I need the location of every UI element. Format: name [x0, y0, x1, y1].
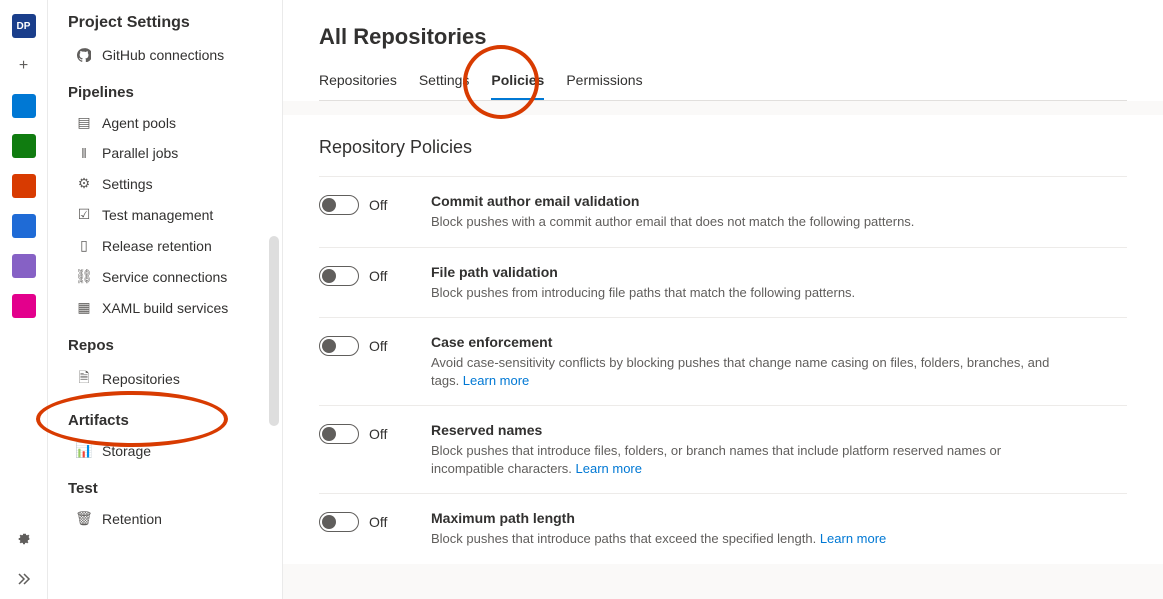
tab-repositories[interactable]: Repositories: [319, 64, 397, 100]
nav-item-label: XAML build services: [102, 300, 228, 316]
add-icon[interactable]: +: [12, 54, 36, 78]
nav-item-label: Retention: [102, 511, 162, 527]
learn-more-link[interactable]: Learn more: [576, 461, 642, 476]
policy-title: Commit author email validation: [431, 193, 1067, 209]
nav-item-label: Test management: [102, 207, 213, 223]
toggle-state-label: Off: [369, 426, 387, 442]
nav-release-retention[interactable]: ▯ Release retention: [48, 230, 282, 261]
test-icon: ☑: [76, 206, 92, 223]
policy-description: Block pushes that introduce paths that e…: [431, 530, 1067, 548]
policy-toggle[interactable]: [319, 336, 359, 356]
toggle-state-label: Off: [369, 268, 387, 284]
project-settings-title: Project Settings: [48, 0, 282, 40]
project-badge[interactable]: DP: [12, 14, 36, 38]
release-icon: ▯: [76, 237, 92, 254]
nav-item-label: Service connections: [102, 269, 227, 285]
tab-settings[interactable]: Settings: [419, 64, 470, 100]
tabs: Repositories Settings Policies Permissio…: [319, 64, 1127, 101]
nav-item-label: Parallel jobs: [102, 145, 178, 161]
group-artifacts: Artifacts: [48, 398, 282, 435]
policy-description: Avoid case-sensitivity conflicts by bloc…: [431, 354, 1067, 389]
pool-icon: ▤: [76, 114, 92, 131]
toggle-state-label: Off: [369, 514, 387, 530]
group-pipelines: Pipelines: [48, 70, 282, 107]
tab-permissions[interactable]: Permissions: [566, 64, 642, 100]
nav-item-label: Storage: [102, 443, 151, 459]
service-icon: ⛓: [76, 268, 92, 285]
toggle-state-label: Off: [369, 338, 387, 354]
nav-item-label: Agent pools: [102, 115, 176, 131]
nav-settings[interactable]: ⚙ Settings: [48, 168, 282, 199]
collapse-icon[interactable]: [12, 567, 36, 591]
storage-icon: 📊: [76, 442, 92, 459]
gear-icon: ⚙: [76, 175, 92, 192]
learn-more-link[interactable]: Learn more: [463, 373, 529, 388]
settings-gear-icon[interactable]: [12, 527, 36, 551]
nav-parallel-jobs[interactable]: ‖ Parallel jobs: [48, 138, 282, 168]
rail-repos-icon[interactable]: [12, 174, 36, 198]
rail-pipelines-icon[interactable]: [12, 214, 36, 238]
nav-test-management[interactable]: ☑ Test management: [48, 199, 282, 230]
policy-row: Off Maximum path length Block pushes that …: [319, 493, 1127, 564]
github-icon: [76, 48, 92, 62]
policy-row: Off Case enforcement Avoid case-sensitivit…: [319, 317, 1127, 405]
nav-retention[interactable]: 🗑 Retention: [48, 503, 282, 534]
repository-policies-panel: Repository Policies Off Commit author ema…: [283, 115, 1163, 564]
rail-testplans-icon[interactable]: [12, 134, 36, 158]
policy-toggle[interactable]: [319, 512, 359, 532]
nav-repositories[interactable]: 🗎 Repositories: [48, 360, 282, 398]
nav-item-label: Settings: [102, 176, 153, 192]
panel-title: Repository Policies: [319, 137, 1127, 158]
group-test: Test: [48, 466, 282, 503]
tab-policies[interactable]: Policies: [491, 64, 544, 100]
nav-item-label: Release retention: [102, 238, 212, 254]
left-rail: DP +: [0, 0, 48, 599]
nav-agent-pools[interactable]: ▤ Agent pools: [48, 107, 282, 138]
repo-icon: 🗎: [76, 367, 92, 391]
policy-toggle[interactable]: [319, 266, 359, 286]
main-content: All Repositories Repositories Settings P…: [283, 0, 1163, 599]
nav-item-label: GitHub connections: [102, 47, 224, 63]
policy-row: Off Commit author email validation Block p…: [319, 176, 1127, 247]
policy-title: Maximum path length: [431, 510, 1067, 526]
policy-toggle[interactable]: [319, 195, 359, 215]
policy-description: Block pushes that introduce files, folde…: [431, 442, 1067, 477]
policy-row: Off Reserved names Block pushes that intro…: [319, 405, 1127, 493]
policy-row: Off File path validation Block pushes from…: [319, 247, 1127, 318]
learn-more-link[interactable]: Learn more: [820, 531, 886, 546]
policy-title: Case enforcement: [431, 334, 1067, 350]
rail-artifacts-icon[interactable]: [12, 254, 36, 278]
policy-title: File path validation: [431, 264, 1067, 280]
xaml-icon: ▦: [76, 299, 92, 316]
policy-description: Block pushes from introducing file paths…: [431, 284, 1067, 302]
page-title: All Repositories: [319, 24, 1127, 50]
nav-storage[interactable]: 📊 Storage: [48, 435, 282, 466]
group-repos: Repos: [48, 323, 282, 360]
nav-github-connections[interactable]: GitHub connections: [48, 40, 282, 70]
rail-boards-icon[interactable]: [12, 94, 36, 118]
rail-extra-icon[interactable]: [12, 294, 36, 318]
policy-title: Reserved names: [431, 422, 1067, 438]
policy-description: Block pushes with a commit author email …: [431, 213, 1067, 231]
project-settings-panel: Project Settings GitHub connections Pipe…: [48, 0, 283, 599]
parallel-icon: ‖: [76, 145, 92, 161]
nav-xaml-build[interactable]: ▦ XAML build services: [48, 292, 282, 323]
retention-icon: 🗑: [76, 510, 92, 527]
toggle-state-label: Off: [369, 197, 387, 213]
nav-service-connections[interactable]: ⛓ Service connections: [48, 261, 282, 292]
scrollbar-thumb[interactable]: [269, 236, 279, 426]
policy-toggle[interactable]: [319, 424, 359, 444]
nav-item-label: Repositories: [102, 371, 180, 387]
